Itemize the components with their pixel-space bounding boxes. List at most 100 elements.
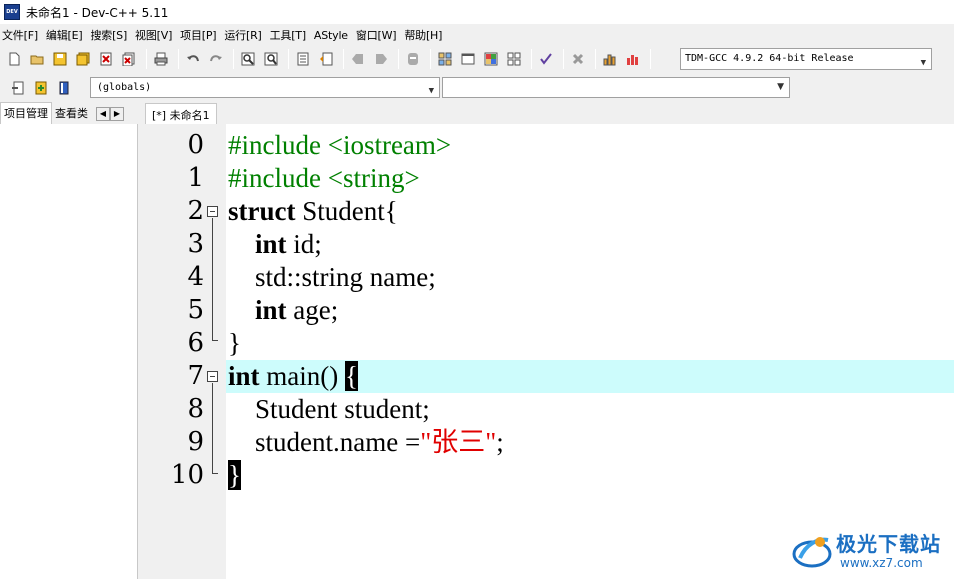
window-icon — [461, 53, 475, 65]
save-all-icon — [76, 52, 90, 66]
line-number: 1 — [187, 163, 204, 193]
line-text: int age; — [255, 295, 339, 325]
watermark-name: 极光下载站 — [836, 532, 941, 556]
new-file-button[interactable] — [4, 49, 24, 69]
line-text: } — [228, 328, 241, 358]
code-line: 6 } — [146, 327, 954, 360]
watermark: 极光下载站 www.xz7.com — [790, 528, 950, 574]
line-text: Student student; — [228, 394, 430, 424]
profile-button[interactable] — [600, 49, 620, 69]
menu-window[interactable]: 窗口[W] — [354, 27, 402, 43]
close-all-button[interactable] — [119, 49, 139, 69]
replace-icon — [264, 52, 278, 66]
line-number: 0 — [187, 130, 204, 160]
book-icon — [59, 81, 69, 95]
options-button[interactable] — [481, 49, 501, 69]
grid-icon — [438, 52, 452, 66]
new-project-button[interactable] — [435, 49, 455, 69]
replace-button[interactable] — [261, 49, 281, 69]
compiler-select[interactable]: TDM-GCC 4.9.2 64-bit Release ▼ — [680, 48, 932, 70]
code-line: 3 int id; — [146, 228, 954, 261]
scope-select[interactable]: (globals) ▼ — [90, 77, 440, 98]
close-all-icon — [122, 52, 135, 66]
unindent-button[interactable] — [316, 49, 336, 69]
check-syntax-button[interactable] — [536, 49, 556, 69]
menu-bar: 文件[F] 编辑[E] 搜索[S] 视图[V] 项目[P] 运行[R] 工具[T… — [0, 25, 954, 45]
fold-collapse-icon[interactable] — [207, 206, 218, 217]
line-text: student.name ="张三"; — [228, 427, 504, 457]
open-file-button[interactable] — [27, 49, 47, 69]
save-button[interactable] — [50, 49, 70, 69]
save-icon — [53, 52, 67, 66]
menu-help[interactable]: 帮助[H] — [402, 27, 448, 43]
members-select[interactable]: ▼ — [442, 77, 790, 98]
color-grid-icon — [484, 52, 498, 66]
line-number: 3 — [187, 229, 204, 259]
token-string: "张三" — [420, 427, 497, 457]
toolbar-divider — [430, 49, 431, 69]
chevron-down-icon: ▼ — [920, 58, 926, 68]
left-panel-tabs: 项目管理 查看类 ◀ ▶ — [0, 102, 138, 124]
indent-button[interactable] — [293, 49, 313, 69]
title-bar: DEV 未命名1 - Dev-C++ 5.11 — [0, 0, 954, 24]
line-text: #include <string> — [228, 163, 420, 193]
code-line: 5 int age; — [146, 294, 954, 327]
toolbar-divider — [178, 49, 179, 69]
bookmark-left-icon — [352, 54, 363, 64]
code-line: 9 student.name ="张三"; — [146, 426, 954, 459]
tab-project[interactable]: 项目管理 — [0, 102, 52, 124]
fold-guide — [212, 218, 213, 340]
layout-button[interactable] — [504, 49, 524, 69]
menu-file[interactable]: 文件[F] — [0, 27, 44, 43]
line-number: 8 — [187, 394, 204, 424]
menu-tools[interactable]: 工具[T] — [268, 27, 312, 43]
save-all-button[interactable] — [73, 49, 93, 69]
menu-run[interactable]: 运行[R] — [222, 27, 267, 43]
stop-button[interactable] — [568, 49, 588, 69]
menu-search[interactable]: 搜索[S] — [88, 27, 133, 43]
undo-icon — [187, 55, 199, 62]
devcpp-app-icon: DEV — [4, 4, 20, 20]
line-text: int id; — [255, 229, 322, 259]
bookmarks-button[interactable] — [54, 78, 74, 98]
menu-project[interactable]: 项目[P] — [178, 27, 222, 43]
line-text: int main() { — [228, 361, 358, 391]
code-line-current: 7 int main() { — [146, 360, 954, 393]
tab-untitled1[interactable]: [*] 未命名1 — [145, 103, 217, 124]
find-button[interactable] — [238, 49, 258, 69]
undo-button[interactable] — [183, 49, 203, 69]
goto-bookmark-button[interactable] — [371, 49, 391, 69]
toggle-comment-button[interactable] — [31, 78, 51, 98]
bar-chart-icon — [603, 54, 616, 66]
menu-view[interactable]: 视图[V] — [133, 27, 178, 43]
fold-guide-end — [212, 473, 218, 474]
new-file-icon — [9, 52, 20, 66]
tab-classes[interactable]: 查看类 — [52, 103, 94, 124]
window-button[interactable] — [458, 49, 478, 69]
redo-button[interactable] — [206, 49, 226, 69]
code-line: 4 std::string name; — [146, 261, 954, 294]
menu-edit[interactable]: 编辑[E] — [44, 27, 89, 43]
line-number: 5 — [187, 295, 204, 325]
fold-guide — [212, 383, 213, 473]
chevron-down-icon: ▼ — [428, 86, 434, 96]
token-keyword: int — [255, 295, 287, 325]
menu-astyle[interactable]: AStyle — [312, 29, 354, 42]
tab-scroll-right-button[interactable]: ▶ — [110, 107, 124, 121]
delete-profile-button[interactable] — [623, 49, 643, 69]
code-editor[interactable]: 0 #include <iostream> 1 #include <string… — [146, 124, 954, 579]
toolbar-divider — [288, 49, 289, 69]
insert-button[interactable] — [8, 78, 28, 98]
tiles-icon — [507, 52, 521, 66]
goto-line-icon — [408, 53, 418, 65]
toolbar-divider — [343, 49, 344, 69]
fold-collapse-icon[interactable] — [207, 371, 218, 382]
goto-line-button[interactable] — [403, 49, 423, 69]
close-file-button[interactable] — [96, 49, 116, 69]
toolbar-divider — [563, 49, 564, 69]
watermark-url: www.xz7.com — [840, 556, 923, 570]
tab-scroll-left-button[interactable]: ◀ — [96, 107, 110, 121]
toggle-bookmark-button[interactable] — [348, 49, 368, 69]
print-button[interactable] — [151, 49, 171, 69]
editor-tabs: [*] 未命名1 — [139, 102, 954, 124]
